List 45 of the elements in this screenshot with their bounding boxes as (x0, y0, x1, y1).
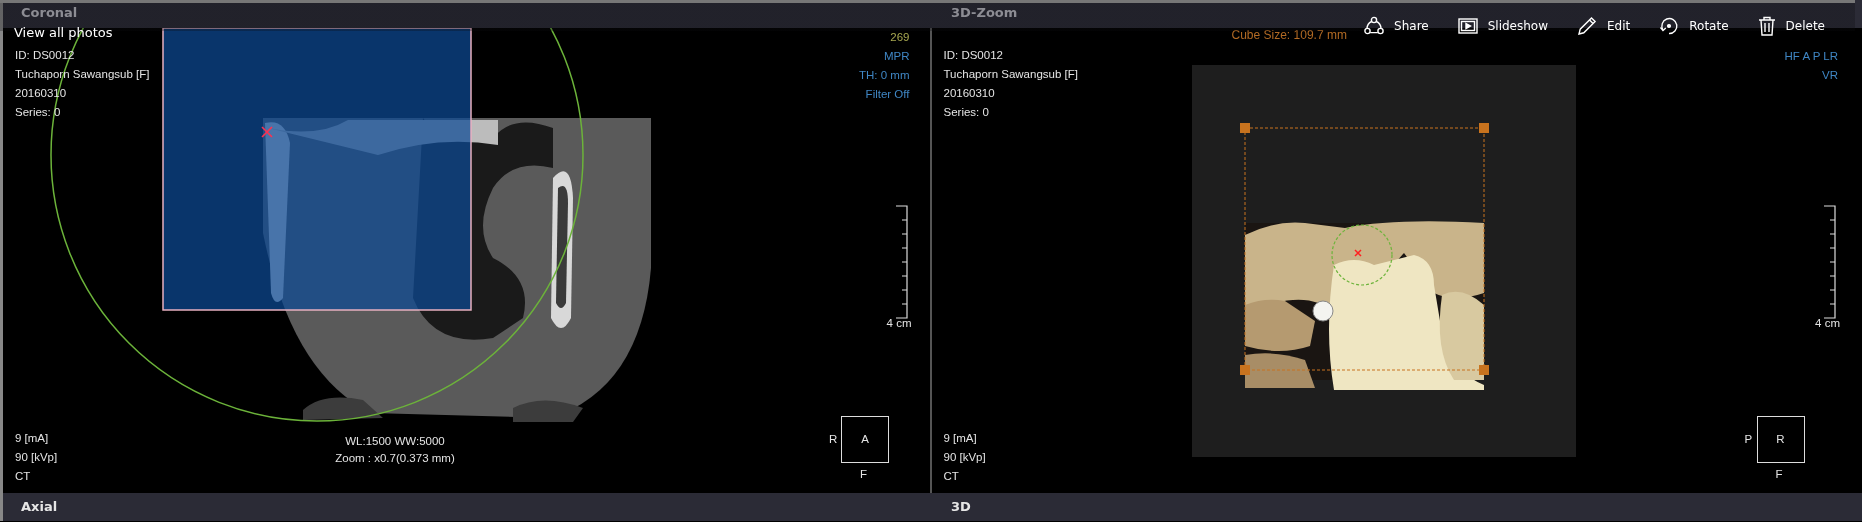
view-mode-text: 269 (890, 30, 910, 45)
rotate-icon (1659, 15, 1680, 36)
window-level-text: WL:1500 WW:5000 (345, 434, 445, 449)
exposure-text: 90 [kVp] (943, 450, 986, 465)
exposure-text: CT (15, 469, 32, 484)
orientation-label: F (1775, 467, 1783, 482)
patient-info-text: 20160310 (943, 86, 996, 101)
share-icon (1364, 15, 1385, 36)
edit-button[interactable]: Edit (1577, 13, 1631, 38)
exposure-text: 90 [kVp] (15, 450, 58, 465)
scale-label: 4 cm (886, 316, 912, 331)
exposure-text: CT (943, 469, 960, 484)
patient-info-text: Tuchaporn Sawangsub [F] (943, 67, 1078, 82)
window-level-text: Zoom : x0.7(0.373 mm) (335, 451, 455, 466)
pencil-icon (1577, 15, 1597, 36)
view-all-photos-link[interactable]: View all photos (14, 25, 113, 40)
rotate-button[interactable]: Rotate (1659, 13, 1729, 38)
scale-bar-icon (1824, 205, 1836, 319)
orientation-label: R (829, 432, 838, 447)
pane-title: 3D-Zoom (951, 5, 1018, 21)
scale-label: 4 cm (1815, 316, 1840, 331)
view-mode-text: HF A P LR (1784, 49, 1838, 64)
orientation-label: R (1776, 432, 1785, 447)
view-mode-text: MPR (883, 49, 910, 64)
exposure-text: 9 [mA] (15, 431, 50, 446)
trash-icon (1757, 15, 1776, 36)
orientation-label: A (861, 432, 869, 447)
slideshow-icon (1457, 16, 1478, 35)
view-mode-text: VR (1822, 68, 1838, 83)
patient-info-text: ID: DS0012 (943, 48, 1004, 63)
orientation-label: F (860, 467, 868, 482)
cube-size-text: Cube Size: 109.7 mm (1231, 28, 1347, 44)
pane-title: Axial (21, 499, 58, 515)
scale-bar-icon (895, 205, 908, 319)
delete-button[interactable]: Delete (1757, 13, 1825, 38)
slideshow-button[interactable]: Slideshow (1457, 13, 1548, 38)
exposure-text: 9 [mA] (943, 431, 978, 446)
orientation-label: P (1744, 432, 1753, 447)
pane-title: Coronal (21, 5, 78, 21)
patient-info-text: Series: 0 (943, 105, 990, 120)
view-mode-text: Filter Off (865, 87, 910, 102)
share-button[interactable]: Share (1364, 13, 1429, 38)
patient-info-text: Series: 0 (15, 105, 62, 120)
view-mode-text: TH: 0 mm (859, 68, 910, 83)
pane-title: 3D (951, 499, 971, 515)
